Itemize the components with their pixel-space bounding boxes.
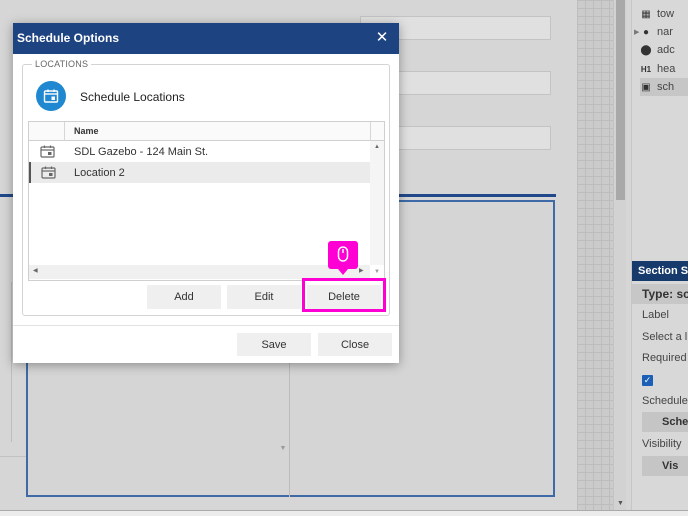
scroll-up-icon[interactable]: ▲ <box>370 144 384 150</box>
bg-grid-area <box>577 0 613 516</box>
bg-left-strip <box>0 282 12 442</box>
calendar-icon <box>31 166 65 179</box>
section-settings-header: Section S <box>632 261 688 281</box>
select-label: Select a l <box>642 331 688 343</box>
schedule-options-dialog: Schedule Options ✕ LOCATIONS Schedule Lo… <box>13 23 399 363</box>
tree-item-label: adc <box>657 44 675 56</box>
calendar-icon <box>29 145 65 158</box>
tree-item[interactable]: ⬤ adc <box>640 41 675 59</box>
locations-legend: LOCATIONS <box>32 59 92 69</box>
user-icon: ● <box>642 26 650 38</box>
required-label: Required <box>642 352 687 364</box>
scroll-down-icon[interactable]: ▼ <box>614 500 627 507</box>
tree-item-label: sch <box>657 81 675 93</box>
table-row[interactable]: Location 2 <box>29 162 370 183</box>
expand-arrow-icon[interactable]: ▶ <box>634 28 639 36</box>
bg-bottom-bar <box>0 510 688 516</box>
visibility-button[interactable]: Vis <box>642 456 688 476</box>
save-button[interactable]: Save <box>237 333 311 356</box>
heading-icon: H1 <box>640 64 652 74</box>
column-divider <box>64 122 65 141</box>
row-name: Location 2 <box>74 166 125 179</box>
schedule-label: Schedule <box>642 395 688 407</box>
map-pin-icon: ⬤ <box>640 44 652 56</box>
edit-button[interactable]: Edit <box>227 285 301 309</box>
type-label: Type: sc <box>632 284 688 304</box>
tree-item[interactable]: H1 hea <box>640 60 675 78</box>
tree-item[interactable]: ▶ ● nar <box>634 23 673 41</box>
bg-divider <box>0 456 26 457</box>
delete-button-highlight <box>302 278 386 312</box>
scroll-down-icon[interactable]: ▼ <box>370 269 384 275</box>
calendar-icon <box>36 81 66 111</box>
close-icon[interactable]: ✕ <box>374 30 390 46</box>
visibility-label: Visibility <box>642 438 682 450</box>
footer-divider <box>13 325 399 326</box>
tree-item[interactable]: ▦ tow <box>640 5 674 23</box>
scroll-down-icon[interactable]: ▼ <box>277 445 289 452</box>
tree-item[interactable]: ▣ sch <box>640 78 688 96</box>
click-indicator <box>328 241 358 275</box>
label-field-label: Label <box>642 309 669 321</box>
add-button[interactable]: Add <box>147 285 221 309</box>
bg-scrollbar[interactable]: ▼ <box>613 0 626 516</box>
tree-item-label: hea <box>657 63 676 75</box>
mouse-icon <box>337 246 349 262</box>
dialog-header: Schedule Options ✕ <box>13 23 399 54</box>
grid-vertical-scrollbar[interactable]: ▲ ▼ <box>370 141 384 275</box>
grid-horizontal-scrollbar[interactable]: ◀ ▶ <box>29 265 370 279</box>
required-checkbox[interactable]: ✓ <box>642 375 653 386</box>
grid-header: Name <box>29 122 384 141</box>
dialog-title: Schedule Options <box>17 31 120 45</box>
bg-scrollbar-thumb[interactable] <box>616 0 625 200</box>
section-title: Schedule Locations <box>80 90 185 104</box>
table-row[interactable]: SDL Gazebo - 124 Main St. <box>29 141 370 162</box>
tree-item-label: tow <box>657 8 675 20</box>
calendar-icon: ▣ <box>641 81 651 93</box>
column-header-name[interactable]: Name <box>74 122 99 141</box>
column-divider <box>370 122 371 141</box>
tree-item-label: nar <box>657 26 673 38</box>
row-name: SDL Gazebo - 124 Main St. <box>74 145 209 158</box>
scroll-right-icon[interactable]: ▶ <box>359 267 364 274</box>
schedule-button[interactable]: Schec <box>642 412 688 432</box>
calculator-icon: ▦ <box>641 8 651 20</box>
scroll-left-icon[interactable]: ◀ <box>33 267 38 274</box>
close-button[interactable]: Close <box>318 333 392 356</box>
